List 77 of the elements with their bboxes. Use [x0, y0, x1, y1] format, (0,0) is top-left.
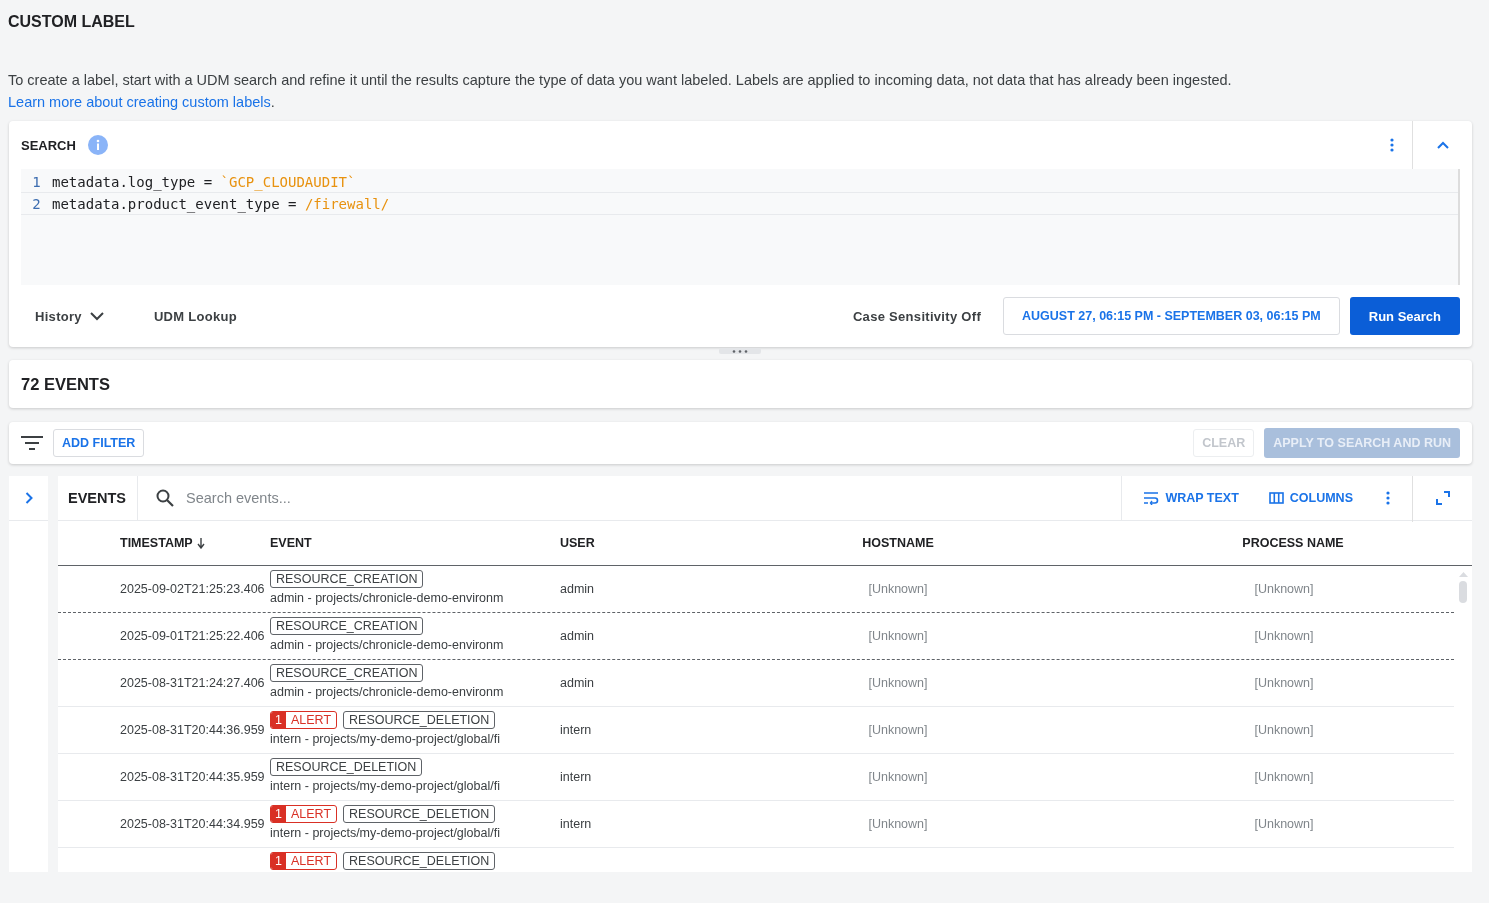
process-cell-text: [Unknown] — [1253, 770, 1315, 784]
process-cell-text: [Unknown] — [1253, 629, 1315, 643]
run-search-button[interactable]: Run Search — [1349, 297, 1460, 335]
event-description: intern - projects/my-demo-project/global/fi — [270, 779, 501, 793]
column-header[interactable]: PROCESS NAME — [1114, 536, 1472, 550]
event-description: admin - projects/chronicle-demo-environm — [270, 638, 505, 652]
event-type-tag: RESOURCE_DELETION — [270, 758, 423, 776]
column-header[interactable]: EVENT — [270, 536, 560, 550]
events-title: EVENTS — [58, 476, 138, 521]
timestamp-cell-text: 2025-08-31T20:44:35.959 — [120, 770, 266, 784]
more-icon[interactable] — [1390, 138, 1394, 152]
collapse-icon[interactable] — [1436, 141, 1449, 149]
event-type-tag: RESOURCE_DELETION — [343, 852, 496, 870]
timestamp-cell-text: 2025-09-02T21:25:23.406 — [120, 582, 266, 596]
event-count: 72 EVENTS — [21, 374, 110, 394]
user-cell-text: intern — [560, 723, 593, 737]
event-description: admin - projects/chronicle-demo-environm — [270, 685, 505, 699]
udm-lookup-button[interactable]: UDM Lookup — [141, 302, 250, 330]
columns-icon — [1268, 492, 1284, 504]
resize-handle[interactable] — [719, 348, 761, 354]
event-type-tag: RESOURCE_DELETION — [343, 711, 496, 729]
event-description: intern - projects/my-demo-project/global/fi — [270, 826, 501, 840]
event-type-tag: RESOURCE_CREATION — [270, 570, 424, 588]
wrap-text-button[interactable]: WRAP TEXT — [1132, 491, 1250, 505]
timestamp-cell-text: 2025-08-31T21:24:27.406 — [120, 676, 266, 690]
column-header[interactable]: TIMESTAMP — [120, 536, 270, 550]
timestamp-cell-text: 2025-08-31T20:44:36.959 — [120, 723, 266, 737]
page-title: CUSTOM LABEL — [8, 13, 136, 32]
line-number: 1 — [31, 173, 42, 190]
timestamp-cell-text: 2025-08-31T20:44:34.959 — [120, 817, 266, 831]
expand-chevron-icon[interactable] — [24, 492, 33, 504]
history-button[interactable]: History — [23, 302, 116, 330]
process-cell-text: [Unknown] — [1253, 676, 1315, 690]
event-description: admin - projects/chronicle-demo-environm — [270, 591, 505, 605]
line-number: 2 — [31, 195, 42, 212]
process-cell-text: [Unknown] — [1253, 723, 1315, 737]
hostname-cell-text: [Unknown] — [867, 676, 929, 690]
date-range-button[interactable]: AUGUST 27, 06:15 PM - SEPTEMBER 03, 06:15 PM — [1003, 297, 1340, 335]
event-type-tag: RESOURCE_CREATION — [270, 664, 424, 682]
timestamp-cell-text: 2025-09-01T21:25:22.406 — [120, 629, 266, 643]
search-label: SEARCH — [21, 137, 76, 153]
chevron-down-icon — [89, 311, 104, 321]
intro-text: To create a label, start with a UDM search and refine it until the results capture the type of data you want labeled. Labels are applied to incoming data, not data that has already been ingested. Learn more about creating custom labels. — [8, 71, 1233, 112]
user-cell-text: admin — [560, 676, 596, 690]
user-cell-text: intern — [560, 817, 593, 831]
process-cell-text: [Unknown] — [1253, 582, 1315, 596]
wrap-text-icon — [1143, 491, 1160, 505]
user-cell-text: admin — [560, 582, 596, 596]
learn-more-link[interactable]: Learn more about creating custom labels — [8, 94, 271, 110]
column-header[interactable]: HOSTNAME — [682, 536, 1114, 550]
query-line: metadata.product_event_type = /firewall/ — [52, 195, 390, 212]
hostname-cell-text: [Unknown] — [867, 723, 929, 737]
event-type-tag: RESOURCE_DELETION — [343, 805, 496, 823]
alert-badge: 1 ALERT — [270, 805, 338, 823]
filter-icon[interactable] — [21, 436, 43, 450]
hostname-cell-text: [Unknown] — [867, 582, 929, 596]
hostname-cell-text: [Unknown] — [867, 817, 929, 831]
search-icon — [156, 489, 174, 507]
alert-badge: 1 ALERT — [270, 711, 338, 729]
more-icon[interactable] — [1386, 491, 1390, 505]
columns-button[interactable]: COLUMNS — [1257, 491, 1364, 505]
user-cell-text: admin — [560, 629, 596, 643]
fullscreen-icon[interactable] — [1435, 491, 1450, 505]
column-header[interactable]: USER — [560, 536, 682, 550]
event-type-tag: RESOURCE_CREATION — [270, 617, 424, 635]
events-search-field[interactable]: Search events... — [138, 476, 1123, 521]
process-cell-text: [Unknown] — [1253, 817, 1315, 831]
alert-badge: 1 ALERT — [270, 852, 338, 870]
user-cell-text: intern — [560, 770, 593, 784]
hostname-cell-text: [Unknown] — [867, 770, 929, 784]
add-filter-button[interactable]: ADD FILTER — [53, 429, 145, 457]
query-line: metadata.log_type = `GCP_CLOUDAUDIT` — [52, 173, 356, 190]
hostname-cell-text: [Unknown] — [867, 629, 929, 643]
case-sensitivity-toggle[interactable]: Case Sensitivity Off — [840, 302, 994, 330]
query-editor[interactable]: 1 metadata.log_type = `GCP_CLOUDAUDIT` 2 metadata.product_event_type = /firewall/ — [21, 169, 1460, 285]
scroll-thumb[interactable] — [1459, 581, 1467, 603]
event-description: intern - projects/my-demo-project/global/fi — [270, 732, 501, 746]
